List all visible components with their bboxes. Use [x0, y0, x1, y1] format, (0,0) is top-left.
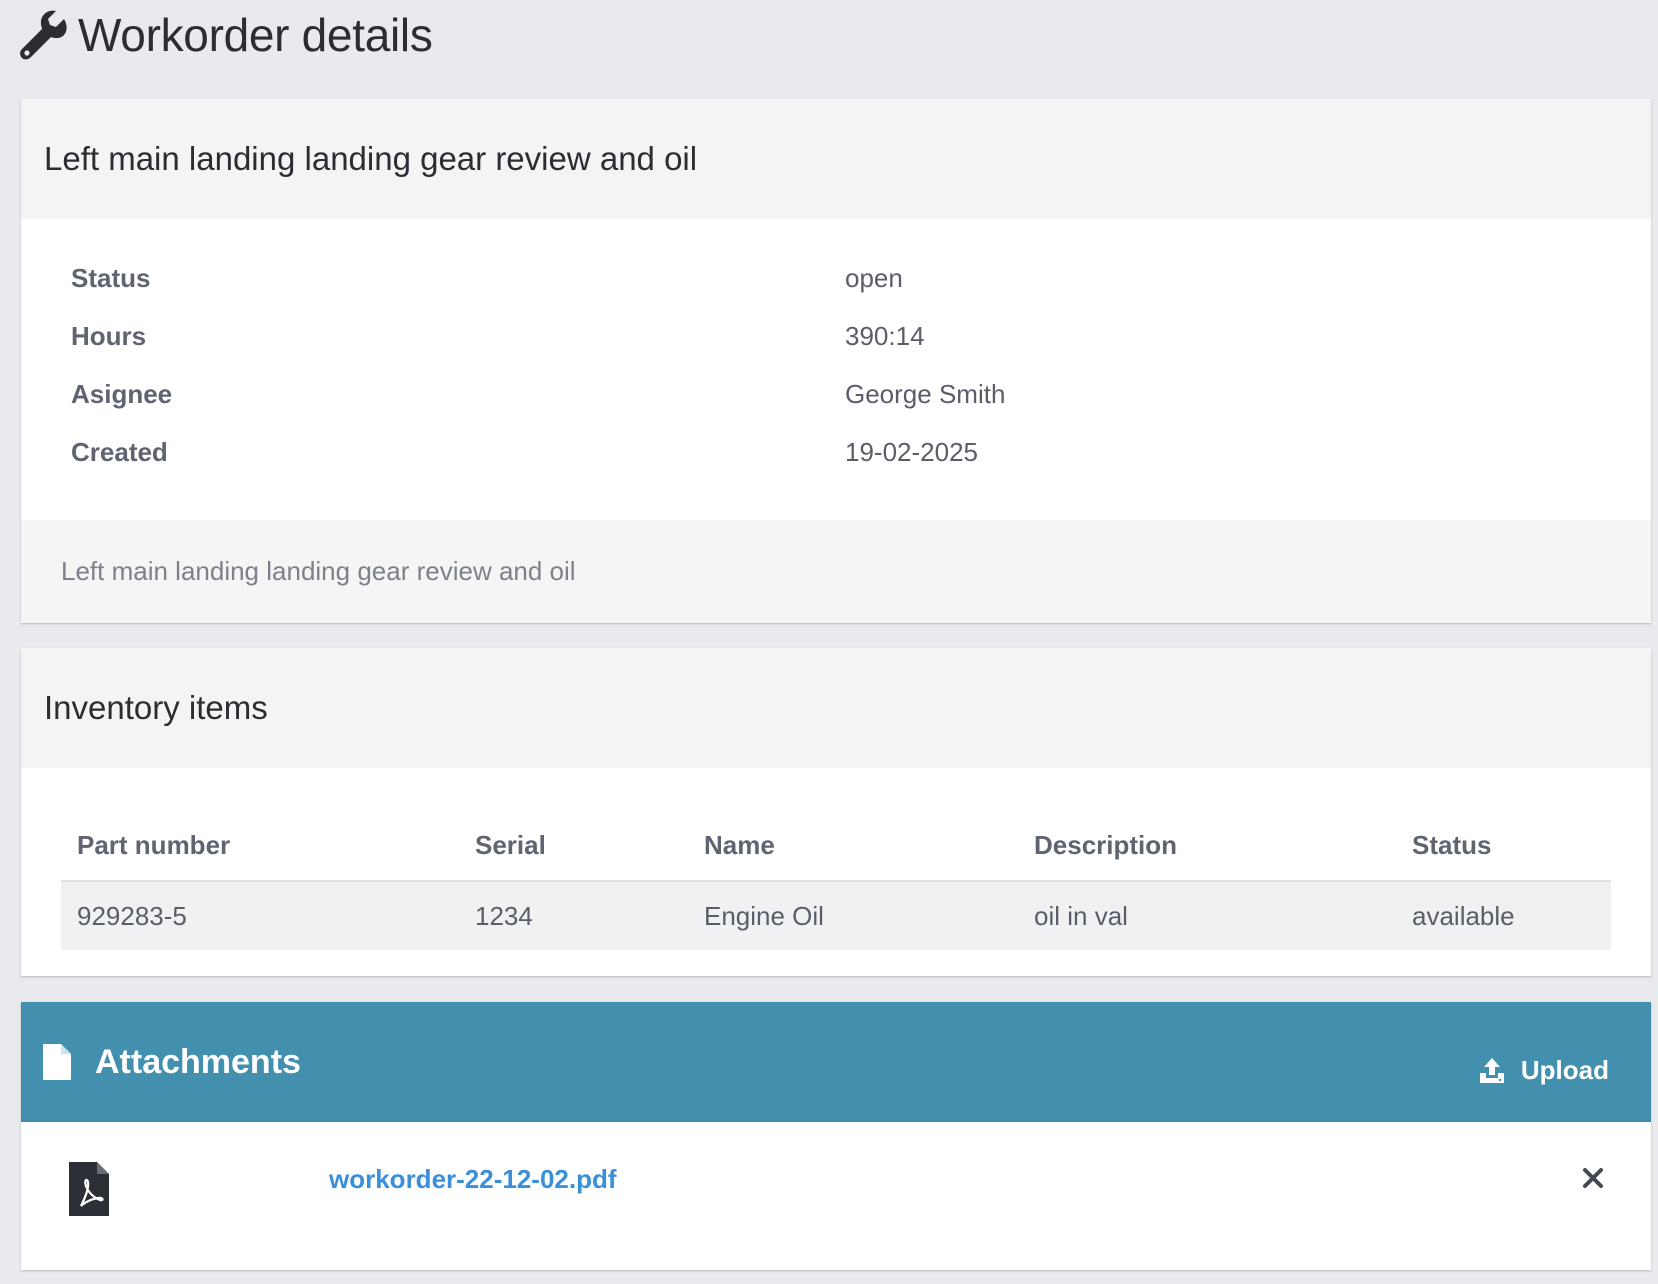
- workorder-card-header: Left main landing landing gear review an…: [21, 99, 1651, 219]
- table-header-row: Part number Serial Name Description Stat…: [61, 810, 1611, 882]
- pdf-file-icon: [69, 1162, 109, 1216]
- cell-status: available: [1396, 881, 1611, 950]
- field-hours: Hours 390:14: [71, 307, 1601, 365]
- attachment-link[interactable]: workorder-22-12-02.pdf: [329, 1164, 617, 1195]
- field-value: George Smith: [845, 378, 1006, 409]
- field-value: 19-02-2025: [845, 436, 978, 467]
- workorder-card: Left main landing landing gear review an…: [21, 99, 1651, 623]
- attachments-header: Attachments Upload: [21, 1002, 1651, 1122]
- field-asignee: Asignee George Smith: [71, 365, 1601, 423]
- cell-part-number: 929283-5: [61, 881, 459, 950]
- attachment-item: workorder-22-12-02.pdf: [21, 1122, 1651, 1270]
- column-header-status: Status: [1396, 810, 1611, 882]
- attachments-card: Attachments Upload workorder-22-12-02.pd…: [21, 1002, 1651, 1270]
- cell-serial: 1234: [459, 881, 688, 950]
- upload-button[interactable]: Upload: [1479, 1055, 1609, 1086]
- field-label: Asignee: [71, 378, 173, 409]
- attachments-title: Attachments: [95, 1042, 301, 1081]
- workorder-description: Left main landing landing gear review an…: [21, 520, 1651, 623]
- page-title: Workorder details: [78, 9, 433, 61]
- inventory-card-header: Inventory items: [21, 648, 1651, 768]
- wrench-icon: [20, 10, 67, 60]
- cell-description: oil in val: [1018, 881, 1396, 950]
- column-header-name: Name: [688, 810, 1018, 882]
- table-row: 929283-5 1234 Engine Oil oil in val avai…: [61, 881, 1611, 950]
- field-label: Created: [71, 436, 168, 467]
- field-label: Status: [71, 262, 151, 293]
- inventory-table: Part number Serial Name Description Stat…: [61, 810, 1611, 950]
- field-created: Created 19-02-2025: [71, 423, 1601, 481]
- column-header-part-number: Part number: [61, 810, 459, 882]
- inventory-card: Inventory items Part number Serial Name …: [21, 648, 1651, 976]
- field-label: Hours: [71, 320, 147, 351]
- workorder-title: Left main landing landing gear review an…: [44, 140, 698, 177]
- cell-name: Engine Oil: [688, 881, 1018, 950]
- column-header-serial: Serial: [459, 810, 688, 882]
- page-header: Workorder details: [20, 8, 433, 62]
- field-value: 390:14: [845, 320, 925, 351]
- inventory-title: Inventory items: [44, 689, 268, 726]
- workorder-fields: Status open Hours 390:14 Asignee George …: [21, 219, 1651, 467]
- field-value: open: [845, 262, 903, 293]
- close-icon[interactable]: [1581, 1166, 1605, 1190]
- upload-icon: [1479, 1058, 1504, 1083]
- column-header-description: Description: [1018, 810, 1396, 882]
- file-icon: [43, 1044, 71, 1080]
- upload-label: Upload: [1520, 1054, 1609, 1085]
- field-status: Status open: [71, 249, 1601, 307]
